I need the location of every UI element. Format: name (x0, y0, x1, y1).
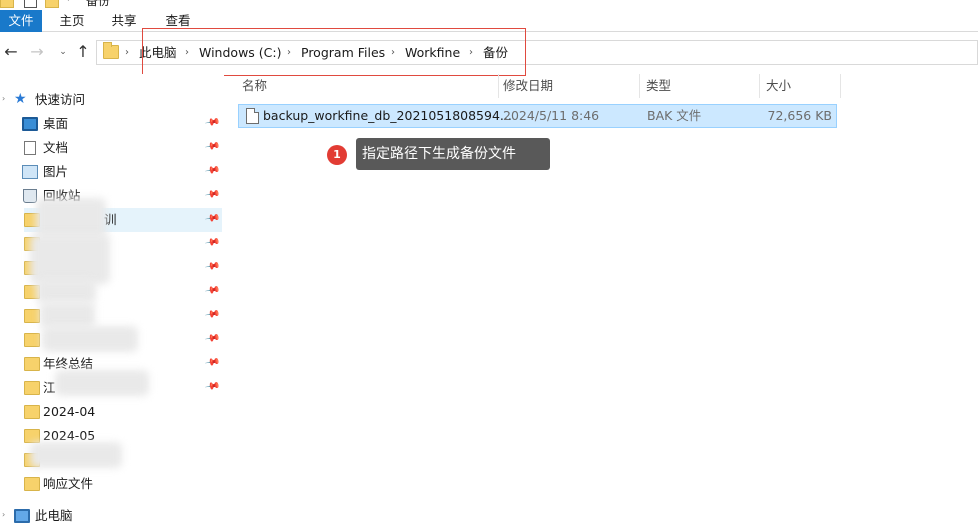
star-icon: ★ (14, 91, 27, 107)
sidebar-item-label: 此电脑 (35, 508, 73, 523)
tab-view[interactable]: 查看 (158, 10, 198, 32)
tab-share[interactable]: 共享 (104, 10, 144, 32)
separator-icon[interactable]: › (125, 45, 129, 61)
breadcrumb-workfine[interactable]: Workfine (405, 45, 460, 61)
sidebar-item-recycle-bin[interactable]: 回收站 📌 (0, 184, 224, 208)
folder-icon (24, 357, 40, 371)
file-list-header: 名称 修改日期 类型 大小 (238, 74, 842, 98)
sidebar-item-label: 响应文件 (43, 476, 94, 491)
sidebar-item-folder-response-files[interactable]: 响应文件 (0, 472, 224, 496)
separator-icon[interactable]: › (185, 45, 189, 61)
pin-icon: 📌 (203, 234, 221, 251)
breadcrumb-backup[interactable]: 备份 (483, 45, 508, 61)
separator-icon[interactable]: › (287, 45, 291, 61)
folder-icon (24, 381, 40, 395)
separator-icon[interactable]: › (469, 45, 473, 61)
folder-icon (24, 309, 40, 323)
sidebar-item-documents[interactable]: 文档 📌 (0, 136, 224, 160)
file-row[interactable]: backup_workfine_db_2021051808594... 2024… (238, 104, 837, 128)
breadcrumb-drive-c[interactable]: Windows (C:) (199, 45, 281, 61)
file-modified-date: 2024/5/11 8:46 (503, 108, 600, 123)
sidebar-item-label: 文档 (43, 140, 69, 155)
title-bar: ▾ 备份 (0, 0, 978, 10)
pin-icon: 📌 (203, 258, 221, 275)
pin-icon: 📌 (203, 138, 221, 155)
blurred-region (36, 198, 106, 238)
up-arrow-icon[interactable]: ↑ (74, 42, 92, 62)
tab-home[interactable]: 主页 (52, 10, 92, 32)
folder-icon (24, 429, 40, 443)
blurred-region (42, 326, 138, 352)
sidebar-item-pictures[interactable]: 图片 📌 (0, 160, 224, 184)
document-icon (24, 141, 36, 155)
step-number-badge: 1 (327, 145, 347, 165)
new-folder-icon[interactable] (45, 0, 59, 8)
sidebar-item-desktop[interactable]: 桌面 📌 (0, 112, 224, 136)
back-arrow-icon[interactable]: ← (2, 42, 20, 62)
folder-icon (24, 333, 40, 347)
navigation-bar: ← → ⌄ ↑ › 此电脑 › Windows (C:) › Program F… (0, 32, 978, 74)
folder-icon (103, 42, 119, 59)
folder-icon (24, 405, 40, 419)
pin-icon: 📌 (203, 162, 221, 179)
separator-icon[interactable]: › (391, 45, 395, 61)
pin-icon: 📌 (203, 210, 221, 227)
tab-file[interactable]: 文件 (0, 10, 42, 32)
sidebar-item-quick-access[interactable]: › ★ 快速访问 (0, 88, 224, 112)
pin-icon: 📌 (203, 354, 221, 371)
pin-icon: 📌 (203, 306, 221, 323)
column-divider[interactable] (639, 74, 640, 98)
file-name: backup_workfine_db_2021051808594... (263, 108, 512, 123)
computer-icon (14, 509, 30, 523)
annotation-callout: 指定路径下生成备份文件 (356, 138, 550, 170)
file-size: 72,656 KB (767, 108, 832, 123)
blurred-region (30, 234, 110, 284)
window-title: 备份 (86, 0, 111, 8)
chevron-right-icon[interactable]: › (2, 94, 5, 103)
pictures-icon (22, 165, 38, 179)
recycle-bin-icon (23, 189, 37, 203)
blurred-region (36, 279, 96, 303)
pin-icon: 📌 (203, 114, 221, 131)
folder-icon (24, 477, 40, 491)
sidebar-item-folder[interactable]: 📌 (0, 304, 224, 328)
chevron-right-icon[interactable]: › (2, 510, 5, 519)
column-header-size[interactable]: 大小 (762, 74, 791, 98)
sidebar-item-folder-2024-04[interactable]: 2024-04 (0, 400, 224, 424)
pin-icon: 📌 (203, 378, 221, 395)
column-divider[interactable] (840, 74, 841, 98)
blurred-region (40, 302, 95, 328)
sidebar-item-label: 桌面 (43, 116, 69, 131)
column-header-type[interactable]: 类型 (642, 74, 671, 98)
desktop-icon (22, 117, 38, 131)
chevron-down-icon[interactable]: ▾ (66, 0, 71, 10)
pin-icon: 📌 (203, 186, 221, 203)
breadcrumb-program-files[interactable]: Program Files (301, 45, 385, 61)
folder-icon (0, 0, 14, 8)
sidebar-item-this-pc[interactable]: › 此电脑 (0, 504, 224, 523)
properties-icon[interactable] (24, 0, 37, 8)
column-header-name[interactable]: 名称 (238, 74, 267, 98)
ribbon-tabs: 文件 主页 共享 查看 (0, 10, 978, 32)
address-bar[interactable]: › 此电脑 › Windows (C:) › Program Files › W… (96, 40, 978, 65)
sidebar-item-label: 江 (43, 380, 56, 395)
file-type: BAK 文件 (647, 108, 702, 123)
forward-arrow-icon[interactable]: → (28, 42, 46, 62)
sidebar-item-label: 快速访问 (35, 92, 86, 107)
column-divider[interactable] (759, 74, 760, 98)
sidebar-item-label: 2024-04 (43, 404, 96, 419)
sidebar-item-label: 图片 (43, 164, 69, 179)
blurred-region (55, 370, 149, 396)
pin-icon: 📌 (203, 330, 221, 347)
file-icon (246, 108, 259, 124)
column-header-date[interactable]: 修改日期 (499, 74, 553, 98)
pin-icon: 📌 (203, 282, 221, 299)
navigation-pane: › ★ 快速访问 桌面 📌 文档 📌 图片 📌 回收站 📌 训 📌 📌 📌 📌 (0, 74, 224, 523)
recent-locations-icon[interactable]: ⌄ (57, 42, 69, 62)
breadcrumb-this-pc[interactable]: 此电脑 (139, 45, 177, 61)
blurred-region (30, 442, 122, 468)
